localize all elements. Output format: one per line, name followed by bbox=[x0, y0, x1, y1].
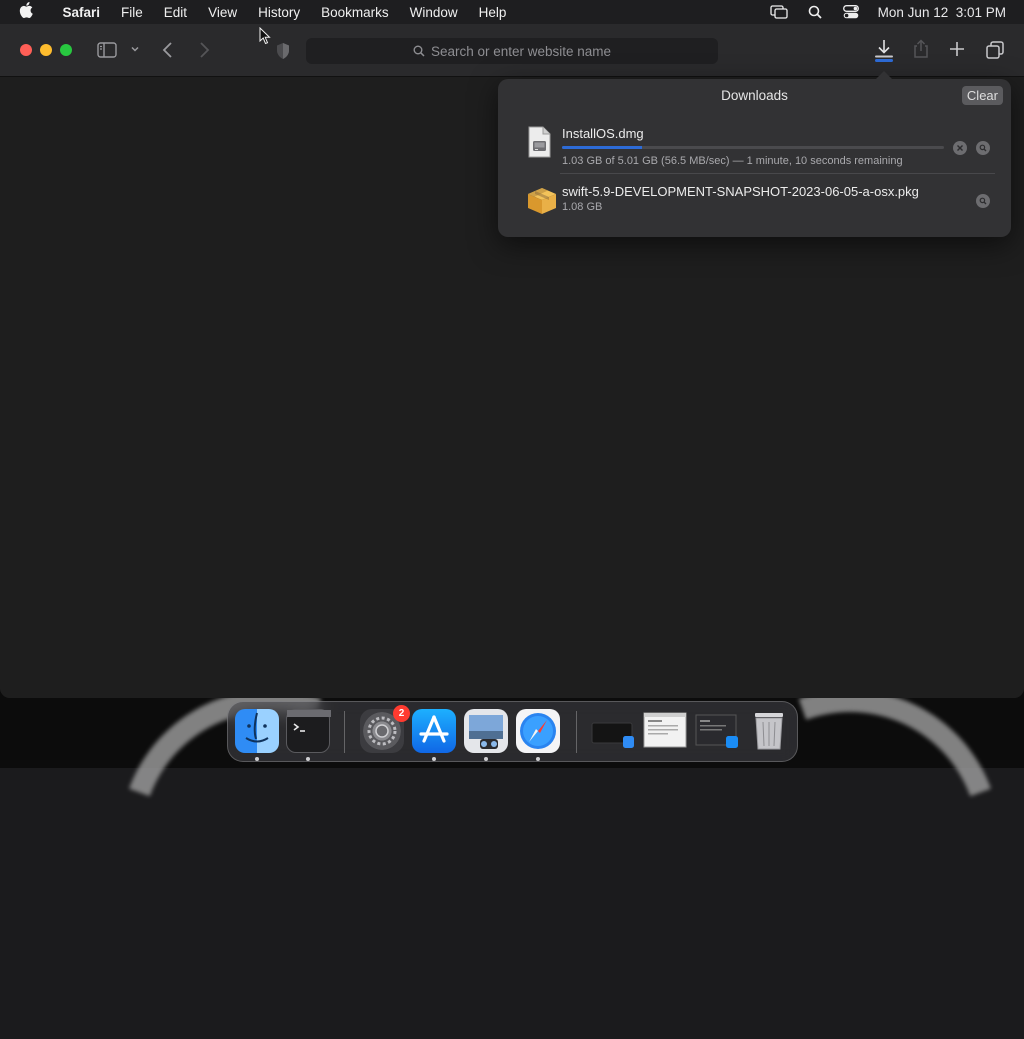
menu-bar: Safari File Edit View History Bookmarks … bbox=[0, 0, 1024, 24]
reveal-in-finder-magnifier-icon[interactable] bbox=[976, 141, 990, 155]
address-bar[interactable]: Search or enter website name bbox=[306, 38, 718, 64]
terminal-icon[interactable] bbox=[286, 709, 331, 753]
window-controls bbox=[20, 44, 72, 56]
tab-group-chevron-down-icon[interactable] bbox=[130, 44, 140, 54]
spotlight-search-icon[interactable] bbox=[806, 5, 824, 19]
reveal-in-finder-magnifier-icon[interactable] bbox=[976, 194, 990, 208]
menu-window[interactable]: Window bbox=[399, 5, 468, 20]
screen-mirroring-icon[interactable] bbox=[770, 5, 788, 19]
apple-menu-icon[interactable] bbox=[0, 2, 52, 22]
forward-chevron-icon[interactable] bbox=[197, 41, 211, 59]
menu-view[interactable]: View bbox=[198, 5, 248, 20]
privacy-shield-icon[interactable] bbox=[275, 42, 291, 60]
minimize-window-button[interactable] bbox=[40, 44, 52, 56]
sidebar-icon[interactable] bbox=[97, 42, 117, 58]
menu-edit[interactable]: Edit bbox=[153, 5, 197, 20]
download-status: 1.03 GB of 5.01 GB (56.5 MB/sec) — 1 min… bbox=[562, 155, 903, 167]
close-window-button[interactable] bbox=[20, 44, 32, 56]
finder-icon[interactable] bbox=[235, 709, 279, 753]
safari-toolbar: Search or enter website name bbox=[0, 24, 1024, 77]
notification-badge: 2 bbox=[393, 705, 410, 722]
dock: 2 bbox=[227, 701, 798, 762]
app-store-icon[interactable] bbox=[412, 709, 456, 753]
menu-bookmarks[interactable]: Bookmarks bbox=[311, 5, 400, 20]
trash-icon[interactable] bbox=[749, 709, 793, 753]
stop-download-close-icon[interactable] bbox=[953, 141, 967, 155]
download-filename: swift-5.9-DEVELOPMENT-SNAPSHOT-2023-06-0… bbox=[562, 184, 919, 199]
share-icon[interactable] bbox=[912, 39, 930, 59]
downloads-icon[interactable] bbox=[873, 38, 895, 62]
running-indicator bbox=[484, 757, 488, 761]
download-item-swift-pkg[interactable]: swift-5.9-DEVELOPMENT-SNAPSHOT-2023-06-0… bbox=[526, 184, 997, 218]
address-bar-placeholder: Search or enter website name bbox=[430, 43, 612, 59]
safari-compass-icon[interactable] bbox=[516, 709, 560, 753]
tab-overview-icon[interactable] bbox=[986, 41, 1004, 59]
downloads-divider bbox=[560, 173, 995, 174]
clear-downloads-button[interactable]: Clear bbox=[961, 86, 1003, 105]
menu-app-safari[interactable]: Safari bbox=[52, 5, 111, 20]
minimized-terminal-window[interactable] bbox=[590, 709, 636, 753]
running-indicator bbox=[255, 757, 259, 761]
system-settings-gear-icon[interactable]: 2 bbox=[360, 705, 410, 753]
download-progress-fill bbox=[562, 146, 643, 149]
running-indicator bbox=[432, 757, 436, 761]
mouse-cursor-icon bbox=[259, 27, 271, 45]
download-filename: InstallOS.dmg bbox=[562, 126, 644, 141]
new-tab-plus-icon[interactable] bbox=[949, 41, 965, 57]
menu-file[interactable]: File bbox=[111, 5, 154, 20]
menu-history[interactable]: History bbox=[248, 5, 311, 20]
dock-separator bbox=[344, 711, 345, 753]
search-icon bbox=[413, 45, 425, 57]
running-indicator bbox=[306, 757, 310, 761]
control-center-icon[interactable] bbox=[842, 5, 860, 19]
download-item-installos[interactable]: InstallOS.dmg 1.03 GB of 5.01 GB (56.5 M… bbox=[526, 126, 997, 172]
downloads-title: Downloads bbox=[721, 88, 788, 103]
menu-help[interactable]: Help bbox=[468, 5, 517, 20]
menu-clock[interactable]: Mon Jun 12 3:01 PM bbox=[878, 5, 1006, 20]
back-chevron-icon[interactable] bbox=[161, 41, 175, 59]
package-icon bbox=[526, 186, 556, 216]
preview-icon[interactable] bbox=[464, 709, 508, 753]
disk-image-icon bbox=[526, 126, 556, 158]
download-size: 1.08 GB bbox=[562, 201, 603, 213]
dock-separator bbox=[576, 711, 577, 753]
minimized-document-window[interactable] bbox=[642, 709, 688, 753]
running-indicator bbox=[536, 757, 540, 761]
downloads-popover: Downloads Clear InstallOS.dmg 1.03 GB of… bbox=[498, 71, 1011, 237]
download-progress-bar bbox=[562, 146, 944, 149]
minimized-app-store-window[interactable] bbox=[694, 709, 740, 753]
zoom-window-button[interactable] bbox=[60, 44, 72, 56]
